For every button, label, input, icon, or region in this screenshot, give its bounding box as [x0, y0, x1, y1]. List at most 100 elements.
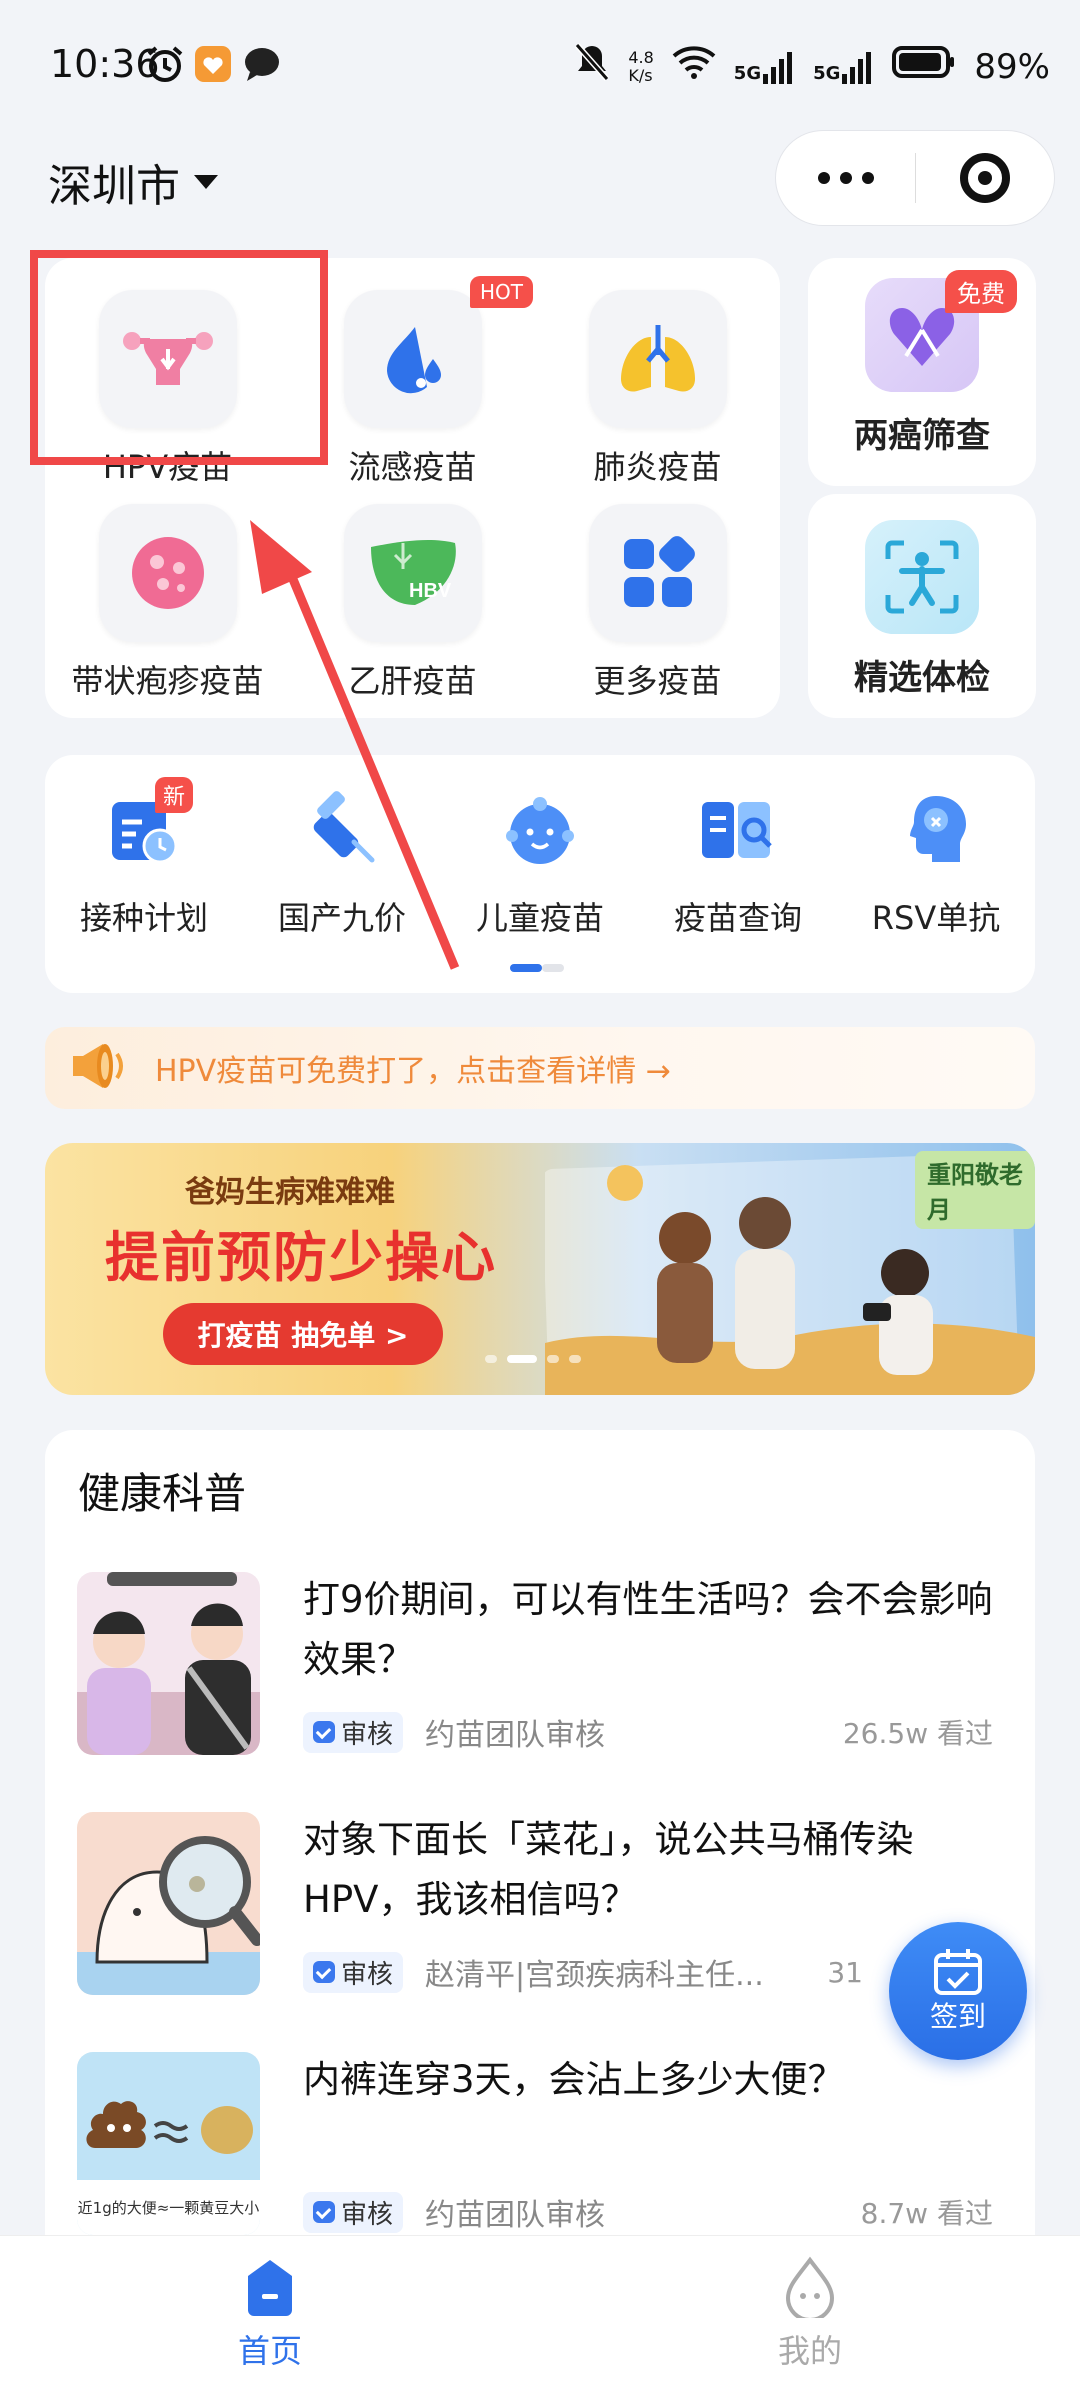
vaccine-label: 更多疫苗 — [593, 662, 722, 700]
article-views: 8.7w 看过 — [860, 2197, 993, 2230]
baby-face-icon — [495, 785, 585, 875]
vaccine-more[interactable]: 更多疫苗 — [535, 504, 780, 702]
more-icon[interactable] — [776, 172, 915, 184]
check-icon — [313, 2201, 335, 2223]
body-scan-icon — [865, 520, 979, 634]
banner-subtitle: 爸妈生病难难难 — [185, 1175, 395, 1210]
banner-pager — [485, 1355, 581, 1363]
mute-icon — [574, 42, 610, 91]
article-author: 约苗团队审核 — [425, 1718, 606, 1753]
quick-label: 儿童疫苗 — [475, 899, 604, 937]
article-author: 赵清平|宫颈疾病科主任... — [425, 1958, 764, 1993]
book-search-icon — [693, 785, 783, 875]
status-bar: 10:36 4.8 K/s 5G 5G 89% — [0, 0, 1080, 140]
app-notification-icon — [193, 44, 233, 84]
message-icon — [242, 44, 282, 84]
battery-icon — [892, 45, 956, 88]
vaccine-shingles[interactable]: 带状疱疹疫苗 — [45, 504, 290, 702]
article-title[interactable]: 内裤连穿3天，会沾上多少大便？ — [303, 2050, 1003, 2110]
thumbnail-caption: 近1g的大便≈一颗黄豆大小 — [77, 2180, 260, 2235]
hot-badge: HOT — [470, 276, 533, 308]
syringe-icon — [297, 785, 387, 875]
city-selector[interactable]: 深圳市 — [48, 150, 218, 214]
status-time: 10:36 — [50, 42, 160, 86]
article-meta: 审核 赵清平|宫颈疾病科主任... 31 — [303, 1951, 863, 1993]
vaccine-label: 乙肝疫苗 — [348, 662, 477, 700]
vaccine-hepb[interactable]: HBV 乙肝疫苗 — [290, 504, 535, 702]
article-views: 31 — [827, 1955, 863, 1989]
poop-bean-illustration — [86, 2101, 253, 2154]
quick-menu-pager — [510, 964, 564, 972]
liver-icon: HBV — [343, 504, 482, 642]
more-grid-icon — [588, 504, 727, 642]
signal-2-label: 5G — [813, 62, 841, 84]
audit-label: 审核 — [341, 1719, 394, 1750]
quick-label: 接种计划 — [79, 899, 208, 937]
side-card-label: 两癌筛查 — [854, 416, 990, 456]
article-views: 26.5w 看过 — [842, 1717, 993, 1750]
check-in-button[interactable]: 签到 — [889, 1922, 1027, 2060]
notice-bar[interactable]: HPV疫苗可免费打了，点击查看详情 → — [45, 1027, 1035, 1109]
quick-child-vaccine[interactable]: 儿童疫苗 — [441, 785, 639, 939]
article-thumbnail[interactable]: 近1g的大便≈一颗黄豆大小 — [77, 2052, 260, 2235]
article-author: 约苗团队审核 — [425, 2198, 606, 2233]
banner-dot-active — [507, 1355, 537, 1363]
promo-banner[interactable]: 爸妈生病难难难 提前预防少操心 打疫苗 抽免单 > 重阳敬老月 — [45, 1143, 1035, 1395]
article-thumbnail[interactable] — [77, 1812, 260, 1995]
quick-vaccine-search[interactable]: 疫苗查询 — [639, 785, 837, 939]
free-badge: 免费 — [945, 270, 1017, 313]
article-title[interactable]: 打9价期间，可以有性生活吗？会不会影响效果？ — [303, 1570, 1003, 1690]
vaccine-pneumonia[interactable]: 肺炎疫苗 — [535, 290, 780, 488]
magnifier-illustration — [77, 1836, 260, 1995]
article-thumbnail[interactable] — [77, 1572, 260, 1755]
couple-illustration — [77, 1572, 260, 1755]
quick-rsv-antibody[interactable]: RSV单抗 — [837, 785, 1035, 939]
miniprogram-capsule — [775, 130, 1055, 226]
side-card-checkup[interactable]: 精选体检 — [808, 494, 1036, 718]
net-speed-unit: K/s — [628, 65, 653, 85]
new-badge: 新 — [155, 777, 194, 813]
banner-title: 提前预防少操心 — [105, 1226, 497, 1289]
tab-label: 我的 — [777, 2332, 842, 2370]
signal-1-label: 5G — [733, 62, 762, 84]
quick-label: RSV单抗 — [871, 899, 1001, 937]
signal-2: 5G — [813, 50, 874, 84]
annotation-highlight-box — [30, 250, 328, 465]
caret-down-icon — [194, 175, 218, 189]
profile-drop-icon — [785, 2256, 835, 2322]
quick-label: 疫苗查询 — [673, 899, 802, 937]
banner-cta-button[interactable]: 打疫苗 抽免单 > — [163, 1303, 443, 1365]
audit-badge: 审核 — [303, 2191, 404, 2233]
status-right-group: 4.8 K/s 5G 5G 89% — [574, 42, 1050, 91]
tab-mine[interactable]: 我的 — [710, 2256, 910, 2372]
banner-tag: 重阳敬老月 — [915, 1151, 1035, 1229]
net-speed-value: 4.8 — [628, 47, 654, 67]
signal-bars-icon — [763, 51, 793, 84]
tab-home[interactable]: 首页 — [170, 2256, 370, 2372]
wifi-icon — [672, 44, 716, 89]
quick-domestic-9valent[interactable]: 国产九价 — [243, 785, 441, 939]
home-icon — [248, 2260, 292, 2316]
audit-label: 审核 — [341, 2199, 394, 2230]
audit-badge: 审核 — [303, 1951, 404, 1993]
net-speed: 4.8 K/s — [628, 47, 654, 85]
battery-percent: 89% — [974, 46, 1050, 87]
hbv-text: HBV — [409, 580, 452, 602]
quick-label: 国产九价 — [277, 899, 406, 937]
audit-label: 审核 — [341, 1959, 394, 1990]
speaker-icon — [65, 1038, 129, 1098]
section-title: 健康科普 — [78, 1469, 247, 1518]
check-icon — [313, 1961, 335, 1983]
flu-drop-icon — [343, 290, 482, 428]
side-card-label: 精选体检 — [854, 658, 990, 698]
signal-1: 5G — [734, 50, 795, 84]
signal-bars-icon — [842, 51, 872, 84]
article-title[interactable]: 对象下面长「菜花」，说公共马桶传染HPV，我该相信吗？ — [303, 1810, 1003, 1930]
bottom-tab-bar: 首页 我的 — [0, 2235, 1080, 2387]
lungs-icon — [588, 290, 727, 428]
tab-label: 首页 — [237, 2332, 302, 2370]
head-shield-icon — [891, 785, 981, 875]
quick-vaccination-plan[interactable]: 接种计划 — [45, 785, 243, 939]
article-meta: 审核 约苗团队审核 26.5w 看过 — [303, 1711, 993, 1753]
close-miniprogram-icon[interactable] — [916, 153, 1054, 203]
